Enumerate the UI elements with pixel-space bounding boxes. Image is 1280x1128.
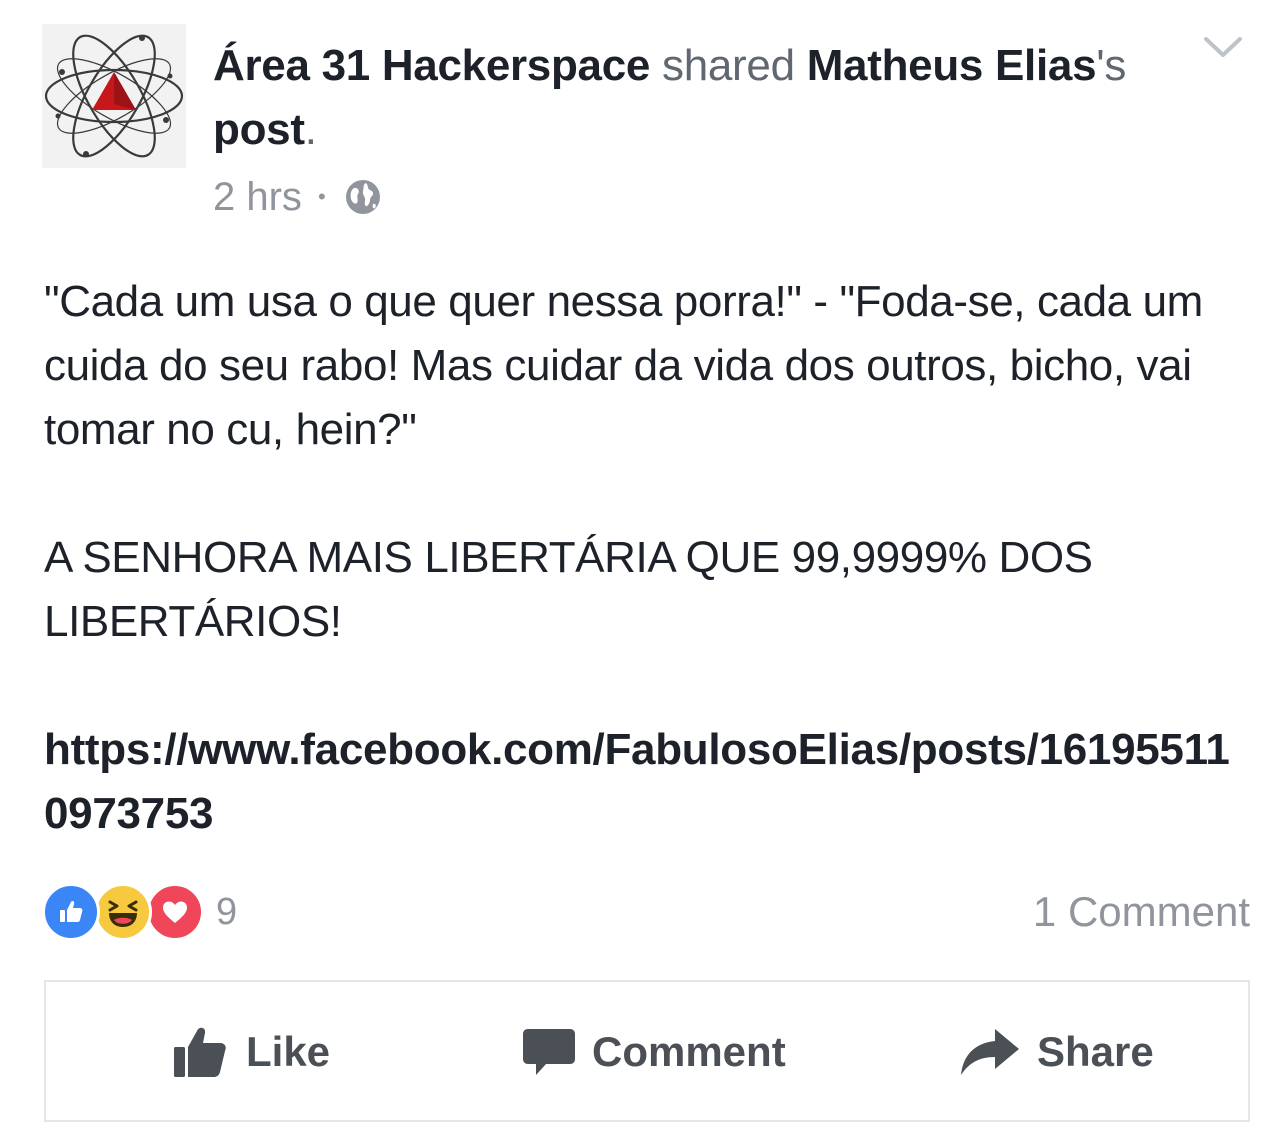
page-name-link[interactable]: Área 31 Hackerspace [213,41,650,90]
share-arrow-icon [959,1025,1021,1079]
comment-count-link[interactable]: 1 Comment [1033,884,1250,940]
like-label: Like [246,1028,331,1075]
speech-bubble-icon [522,1025,576,1079]
post-paragraph: "Cada um usa o que quer nessa porra!" - … [44,277,1203,454]
post-header: Área 31 Hackerspace shared Matheus Elias… [213,34,1173,162]
feed-post: Área 31 Hackerspace shared Matheus Elias… [0,0,1280,1128]
shared-author-link[interactable]: Matheus Elias [807,41,1097,90]
comment-label: Comment [592,1028,786,1075]
page-avatar[interactable] [42,24,186,168]
post-options-chevron-icon[interactable] [1200,30,1246,64]
thumbs-up-icon [172,1023,230,1081]
reactions-summary[interactable]: 9 [42,882,237,942]
shared-post-link[interactable]: post [213,105,305,154]
like-button[interactable]: Like [172,982,330,1122]
header-period: . [304,105,317,154]
post-timestamp[interactable]: 2 hrs [213,175,302,220]
meta-separator: • [317,184,326,209]
love-reaction-icon [146,883,204,941]
comment-button[interactable]: Comment [522,982,786,1122]
possessive-text: 's [1096,41,1127,90]
share-label: Share [1037,1028,1154,1075]
action-bar: Like Comment Share [44,980,1250,1122]
haha-reaction-icon [94,883,152,941]
reaction-count: 9 [216,890,238,933]
post-link[interactable]: https://www.facebook.com/FabulosoElias/p… [44,718,1244,846]
post-body: "Cada um usa o que quer nessa porra!" - … [44,270,1244,846]
like-reaction-icon [42,883,100,941]
post-paragraph: A SENHORA MAIS LIBERTÁRIA QUE 99,9999% D… [44,533,1093,646]
post-meta: 2 hrs • [213,170,382,224]
atom-logo-icon [44,34,184,158]
shared-word: shared [662,41,795,90]
globe-icon [344,178,382,216]
share-button[interactable]: Share [959,982,1154,1122]
